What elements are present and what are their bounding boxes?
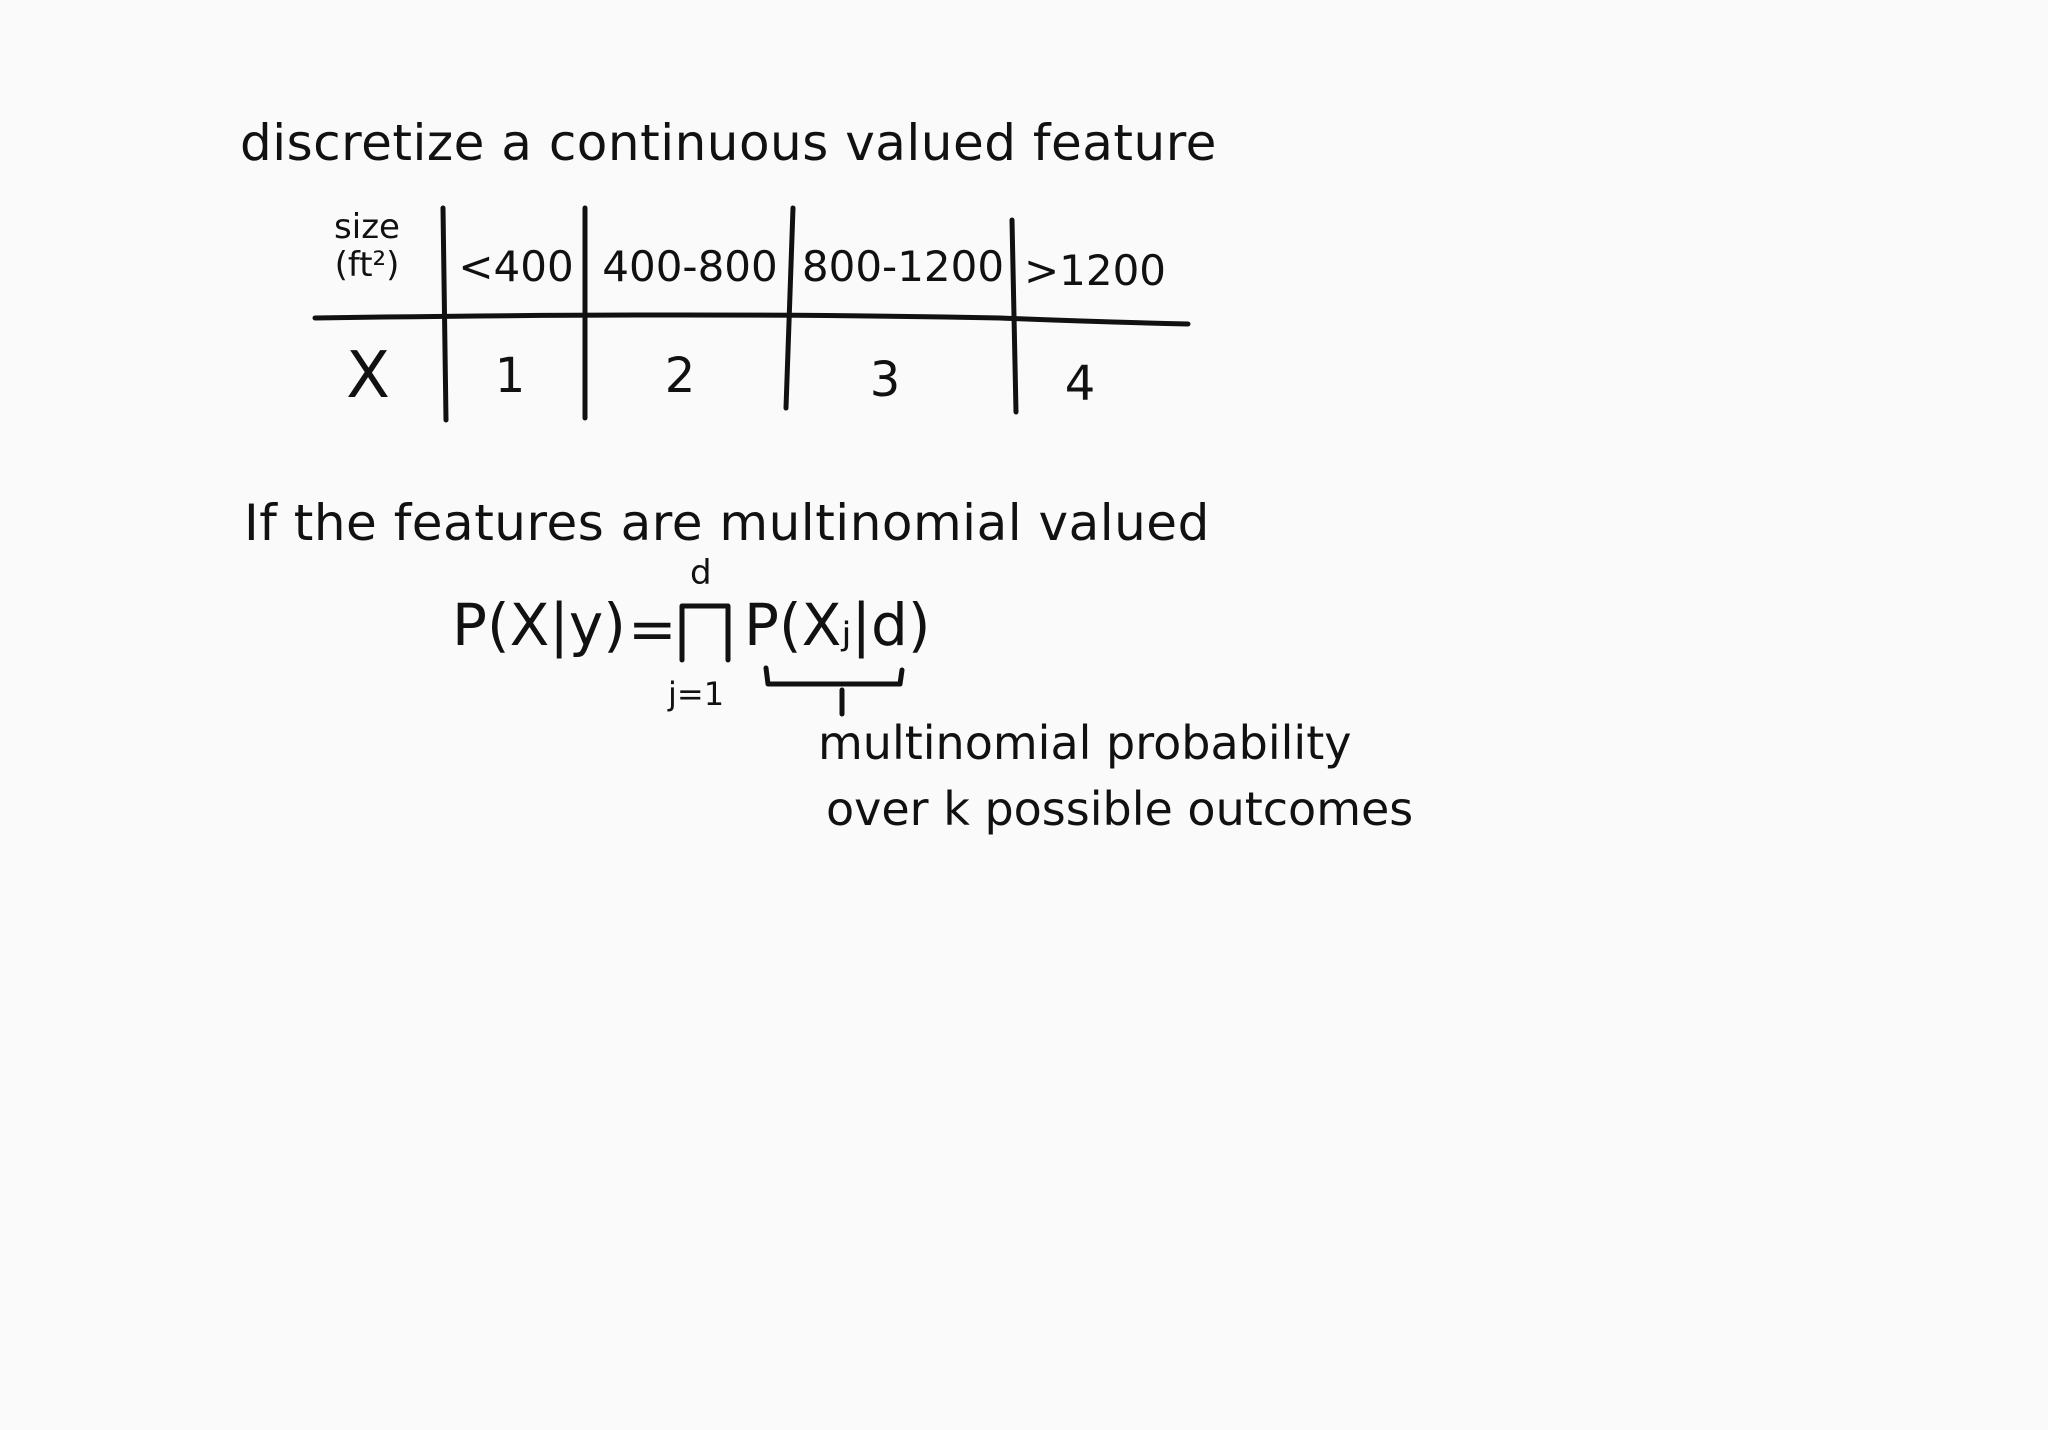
table-divider-3 bbox=[783, 205, 796, 411]
underbrace bbox=[763, 665, 905, 687]
table-header-bin-2: 400-800 bbox=[602, 242, 778, 291]
annotation-line-1: multinomial probability bbox=[818, 716, 1352, 770]
ink-strokes bbox=[312, 205, 1191, 717]
equation-equals: = bbox=[628, 595, 677, 663]
table-header-label-unit: (ft²) bbox=[334, 245, 400, 285]
table-divider-1 bbox=[440, 205, 449, 423]
product-symbol bbox=[679, 603, 731, 663]
table-cell-value-3: 3 bbox=[869, 352, 901, 408]
equation-rhs: P(Xⱼ|d) bbox=[744, 591, 931, 659]
table-cell-value-2: 2 bbox=[664, 348, 696, 404]
table-cell-value-4: 4 bbox=[1064, 356, 1096, 412]
table-cell-value-1: 1 bbox=[494, 348, 526, 404]
heading-discretize: discretize a continuous valued feature bbox=[240, 114, 1217, 172]
product-lower-limit: j=1 bbox=[668, 675, 725, 713]
heading-multinomial: If the features are multinomial valued bbox=[244, 494, 1210, 552]
whiteboard-canvas: discretize a continuous valued feature s… bbox=[0, 0, 2048, 1430]
table-row-label: X bbox=[346, 339, 390, 413]
table-divider-4 bbox=[1009, 217, 1019, 415]
table-header-label-size: size bbox=[334, 207, 400, 247]
table-header-bin-3: 800-1200 bbox=[801, 242, 1005, 291]
annotation-line-2: over k possible outcomes bbox=[826, 782, 1414, 836]
table-header-bin-4: >1200 bbox=[1023, 246, 1167, 295]
product-upper-limit: d bbox=[690, 553, 712, 593]
equation-lhs: P(X|y) bbox=[452, 591, 626, 659]
table-header-bin-1: <400 bbox=[458, 242, 574, 291]
table-horizontal-rule bbox=[312, 312, 1191, 327]
